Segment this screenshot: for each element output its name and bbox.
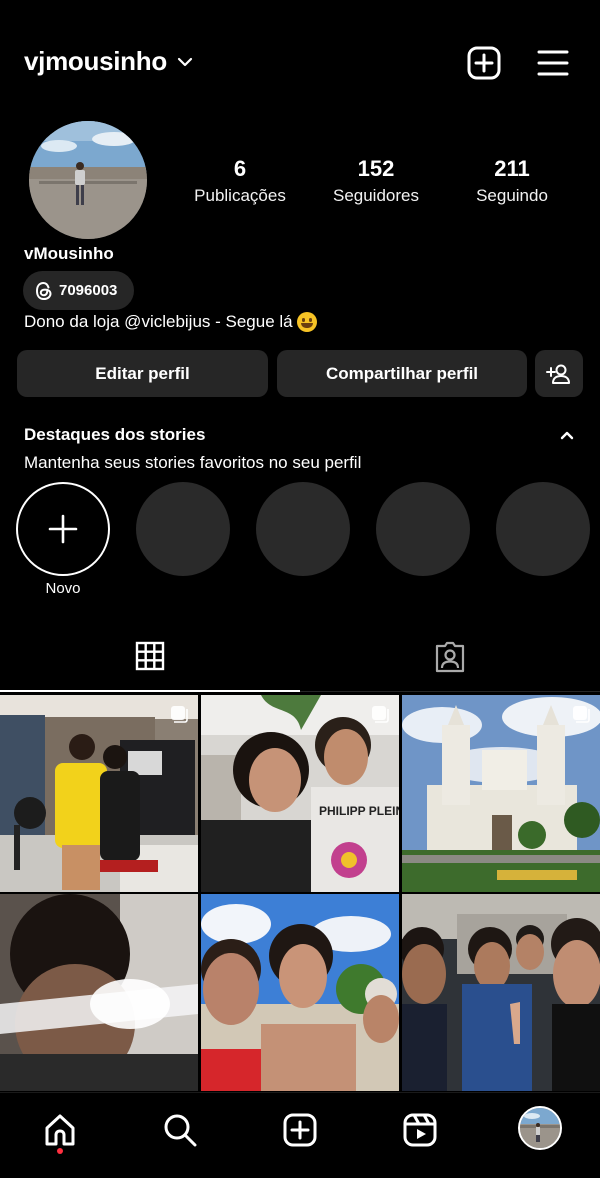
followers-label: Seguidores — [332, 186, 419, 205]
posts-grid: PHILIPP PLEIN — [0, 695, 600, 1091]
highlights-subtitle: Mantenha seus stories favoritos no seu p… — [24, 453, 362, 472]
profile-avatar[interactable] — [518, 1106, 562, 1150]
highlight-placeholder — [256, 482, 350, 576]
highlight-placeholder — [496, 482, 590, 576]
post-thumbnail[interactable] — [402, 894, 600, 1091]
chevron-up-icon[interactable] — [556, 424, 578, 446]
post-thumbnail[interactable]: PHILIPP PLEIN — [201, 695, 399, 892]
post-thumbnail[interactable] — [201, 894, 399, 1091]
edit-profile-button[interactable]: Editar perfil — [17, 350, 268, 397]
grid-icon — [135, 641, 165, 671]
carousel-icon — [573, 706, 590, 723]
threads-badge[interactable]: 7096003 — [23, 271, 134, 310]
bio: Dono da loja @viclebijus - Segue lá — [24, 311, 317, 333]
followers-value: 152 — [357, 156, 395, 181]
threads-id: 7096003 — [59, 282, 118, 299]
following-value: 211 — [494, 156, 530, 181]
grinning-face-emoji — [296, 312, 317, 332]
carousel-icon — [171, 706, 188, 723]
post-thumbnail[interactable] — [0, 695, 198, 892]
posts-label: Publicações — [194, 186, 286, 205]
search-icon[interactable] — [158, 1108, 202, 1152]
svg-text:PHILIPP PLEIN: PHILIPP PLEIN — [319, 804, 399, 818]
tagged-icon — [435, 641, 465, 672]
profile-tabs — [0, 622, 600, 692]
post-thumbnail[interactable] — [0, 894, 198, 1091]
home-icon[interactable] — [38, 1108, 82, 1152]
highlight-placeholder — [376, 482, 470, 576]
display-name: vMousinho — [24, 244, 114, 263]
bottom-navigation — [0, 1092, 600, 1178]
add-person-icon — [546, 364, 570, 384]
plus-icon — [48, 514, 78, 544]
top-bar: vjmousinho — [0, 0, 600, 125]
discover-people-button[interactable] — [535, 350, 583, 397]
followers-count[interactable]: 152 Seguidores — [311, 156, 441, 208]
posts-value: 6 — [233, 156, 247, 181]
post-thumbnail[interactable] — [402, 695, 600, 892]
tab-grid[interactable] — [0, 622, 300, 692]
share-profile-button[interactable]: Compartilhar perfil — [277, 350, 527, 397]
following-count[interactable]: 211 Seguindo — [447, 156, 577, 208]
new-highlight-button[interactable] — [16, 482, 110, 576]
chevron-down-icon — [177, 57, 193, 66]
threads-icon — [35, 281, 52, 300]
create-icon[interactable] — [278, 1108, 322, 1152]
following-label: Seguindo — [476, 186, 548, 205]
new-post-icon[interactable] — [465, 44, 503, 82]
bio-text: Dono da loja @viclebijus - Segue lá — [24, 312, 293, 331]
highlights-title: Destaques dos stories — [24, 425, 206, 444]
username: vjmousinho — [24, 46, 167, 76]
profile-avatar[interactable] — [29, 121, 147, 239]
posts-count[interactable]: 6 Publicações — [175, 156, 305, 208]
notification-dot — [57, 1148, 63, 1154]
carousel-icon — [372, 706, 389, 723]
account-switcher[interactable]: vjmousinho — [24, 46, 195, 77]
reels-icon[interactable] — [398, 1108, 442, 1152]
menu-icon[interactable] — [534, 44, 572, 82]
tab-tagged[interactable] — [300, 622, 600, 692]
highlight-placeholder — [136, 482, 230, 576]
new-highlight-label: Novo — [45, 580, 81, 597]
